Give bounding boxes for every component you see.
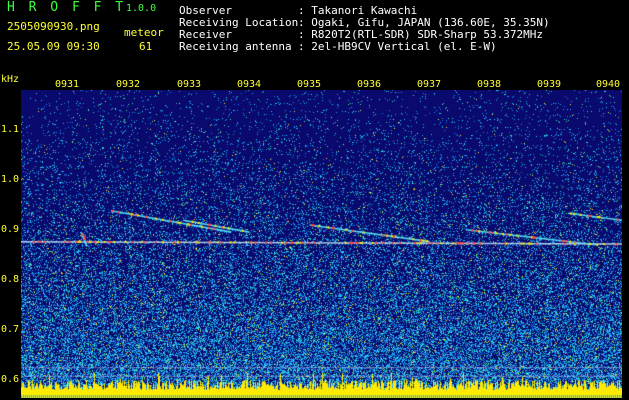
- meteor-count: 61: [139, 40, 153, 53]
- antenna-label: Receiving antenna: [179, 40, 292, 53]
- spectrogram-canvas: [21, 90, 622, 398]
- timestamp: 25.05.09 09:30: [7, 40, 100, 53]
- file-name: 2505090930.png: [7, 20, 100, 33]
- time-tick-0938: 0938: [477, 79, 502, 90]
- time-tick-0933: 0933: [177, 79, 202, 90]
- freq-tick-1-0: 1.0: [1, 174, 20, 185]
- app-title: H R O F F T: [7, 0, 127, 15]
- time-tick-0937: 0937: [417, 79, 442, 90]
- frequency-unit-label: kHz: [1, 74, 20, 85]
- time-tick-0935: 0935: [297, 79, 322, 90]
- app-version: 1.0.0: [126, 3, 157, 14]
- time-tick-0934: 0934: [237, 79, 262, 90]
- time-tick-0939: 0939: [537, 79, 562, 90]
- time-tick-0936: 0936: [357, 79, 382, 90]
- meteor-label: meteor: [124, 26, 164, 39]
- time-tick-0932: 0932: [116, 79, 141, 90]
- freq-tick-0-8: 0.8: [1, 274, 20, 285]
- freq-tick-1-1: 1.1: [1, 124, 20, 135]
- header-panel: H R O F F T 1.0.0 2505090930.png meteor …: [0, 0, 629, 78]
- freq-tick-0-6: 0.6: [1, 374, 20, 385]
- freq-tick-0-7: 0.7: [1, 324, 20, 335]
- freq-tick-0-9: 0.9: [1, 224, 20, 235]
- time-tick-0931: 0931: [55, 79, 80, 90]
- antenna-value: : 2el-HB9CV Vertical (el. E-W): [298, 40, 497, 53]
- time-tick-0940: 0940: [596, 79, 621, 90]
